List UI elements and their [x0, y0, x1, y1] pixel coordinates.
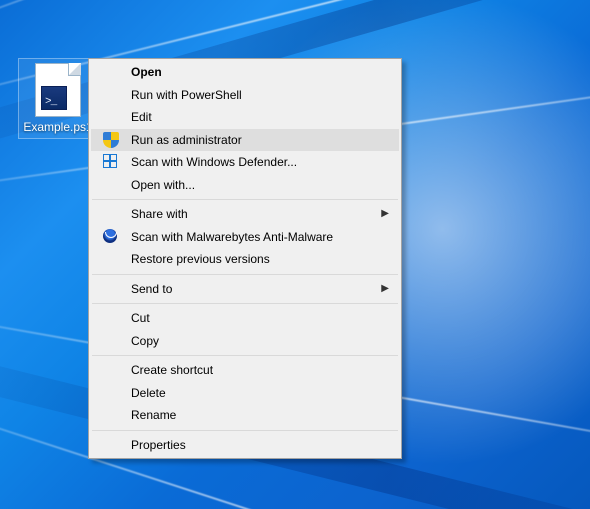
menu-item-send-to[interactable]: Send to ▶ — [91, 278, 399, 301]
ps1-file-icon: >_ — [35, 63, 81, 117]
menu-item-label: Run as administrator — [131, 133, 242, 147]
menu-item-rename[interactable]: Rename — [91, 404, 399, 427]
context-menu: Open Run with PowerShell Edit Run as admini… — [88, 58, 402, 459]
menu-item-label: Delete — [131, 386, 166, 400]
submenu-arrow-icon: ▶ — [381, 203, 389, 225]
menu-item-delete[interactable]: Delete — [91, 382, 399, 405]
menu-item-run-with-powershell[interactable]: Run with PowerShell — [91, 84, 399, 107]
menu-item-label: Send to — [131, 282, 172, 296]
menu-item-scan-with-malwarebytes-anti-malware[interactable]: Scan with Malwarebytes Anti-Malware — [91, 226, 399, 249]
menu-item-properties[interactable]: Properties — [91, 434, 399, 457]
menu-item-label: Restore previous versions — [131, 252, 270, 266]
menu-item-label: Rename — [131, 408, 176, 422]
menu-separator — [92, 199, 398, 200]
menu-item-label: Cut — [131, 311, 150, 325]
mbam-icon — [103, 229, 119, 245]
desktop[interactable]: TenForums.com >_ Example.ps1 OpenRun wit… — [0, 0, 590, 509]
menu-item-label: Edit — [131, 110, 152, 124]
menu-item-restore-previous-versions[interactable]: Restore previous versions — [91, 248, 399, 271]
menu-item-share-with[interactable]: Share with ▶ — [91, 203, 399, 226]
menu-separator — [92, 430, 398, 431]
menu-item-label: Open with... — [131, 178, 195, 192]
menu-item-scan-with-windows-defender[interactable]: Scan with Windows Defender... — [91, 151, 399, 174]
menu-item-create-shortcut[interactable]: Create shortcut — [91, 359, 399, 382]
menu-item-open-with[interactable]: Open with... — [91, 174, 399, 197]
submenu-arrow-icon: ▶ — [381, 278, 389, 300]
menu-separator — [92, 355, 398, 356]
desktop-icon-example-ps1[interactable]: >_ Example.ps1 — [18, 58, 98, 139]
menu-item-open[interactable]: Open — [91, 61, 399, 84]
menu-item-label: Run with PowerShell — [131, 88, 242, 102]
menu-item-label: Share with — [131, 207, 188, 221]
desktop-icon-label: Example.ps1 — [19, 120, 97, 138]
menu-item-run-as-administrator[interactable]: Run as administrator — [91, 129, 399, 152]
menu-separator — [92, 274, 398, 275]
defender-icon — [103, 154, 119, 170]
menu-item-edit[interactable]: Edit — [91, 106, 399, 129]
menu-item-label: Create shortcut — [131, 363, 213, 377]
menu-item-copy[interactable]: Copy — [91, 330, 399, 353]
menu-item-label: Copy — [131, 334, 159, 348]
shield-icon — [103, 132, 119, 148]
menu-item-label: Scan with Windows Defender... — [131, 155, 297, 169]
menu-item-label: Properties — [131, 438, 186, 452]
menu-item-label: Open — [131, 65, 162, 79]
menu-item-cut[interactable]: Cut — [91, 307, 399, 330]
menu-item-label: Scan with Malwarebytes Anti-Malware — [131, 230, 333, 244]
menu-separator — [92, 303, 398, 304]
